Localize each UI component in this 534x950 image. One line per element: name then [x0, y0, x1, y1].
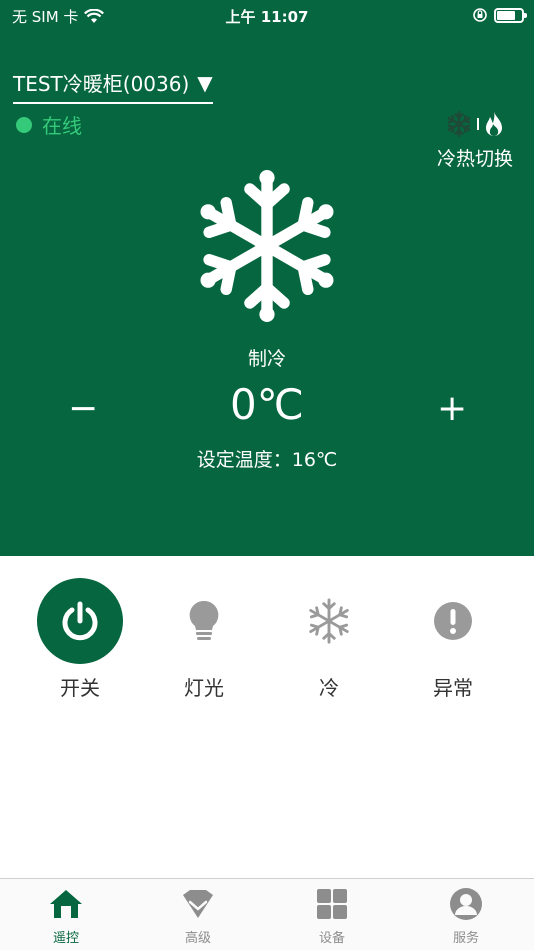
diamond-icon	[183, 890, 213, 918]
light-control[interactable]: 灯光	[149, 578, 259, 701]
device-name: TEST冷暖柜(0036)	[13, 72, 190, 96]
battery-icon	[494, 7, 527, 23]
home-icon	[50, 890, 82, 918]
tab-advanced[interactable]: 高级	[158, 887, 238, 946]
status-time: 上午 11:07	[225, 8, 309, 26]
switch-label: 冷热切换	[436, 148, 513, 170]
status-bar: 无 SIM 卡 上午 11:07	[0, 0, 534, 32]
status-right	[472, 7, 527, 23]
cold-label: 冷	[319, 676, 339, 700]
device-selector[interactable]: TEST冷暖柜(0036) ▼	[13, 68, 213, 104]
tab-service[interactable]: 服务	[426, 887, 506, 946]
tab-advanced-label: 高级	[184, 931, 211, 946]
power-control[interactable]: 开关	[25, 578, 135, 701]
set-temperature: 设定温度：16℃	[196, 449, 338, 471]
bulb-icon	[189, 600, 219, 640]
tab-remote-label: 遥控	[52, 931, 79, 946]
online-text: 在线	[42, 114, 82, 138]
flame-icon	[486, 111, 502, 137]
alert-label: 异常	[433, 676, 473, 700]
tab-devices-label: 设备	[318, 931, 345, 946]
light-label: 灯光	[184, 676, 224, 700]
light-button[interactable]	[161, 578, 247, 664]
online-dot-icon	[16, 116, 32, 133]
switch-icons	[430, 108, 520, 140]
grid-icon	[317, 889, 347, 919]
user-icon	[450, 888, 482, 920]
control-buttons: 开关 灯光 冷 异常	[0, 578, 534, 708]
cold-button[interactable]	[286, 578, 372, 664]
power-button[interactable]	[37, 578, 123, 664]
alert-button[interactable]	[410, 578, 496, 664]
dropdown-arrow-icon: ▼	[197, 70, 213, 95]
mode-label: 制冷	[247, 348, 286, 370]
tab-devices[interactable]: 设备	[292, 887, 372, 946]
tab-bar: 遥控 高级 设备 服务	[0, 878, 534, 950]
power-icon	[62, 601, 98, 641]
snowflake-small-icon	[447, 110, 471, 138]
online-status: 在线	[16, 110, 82, 139]
alert-control[interactable]: 异常	[398, 578, 508, 701]
tab-service-label: 服务	[452, 931, 479, 946]
cold-hot-switch[interactable]: 冷热切换	[430, 108, 520, 171]
divider-icon	[477, 118, 479, 130]
orientation-lock-icon	[473, 8, 487, 22]
snowflake-icon	[200, 170, 334, 322]
power-label: 开关	[60, 676, 100, 700]
control-panel: 无 SIM 卡 上午 11:07 TEST冷暖柜(0036) ▼ 在线 冷热切换…	[0, 0, 534, 556]
temp-increase-button[interactable]: +	[437, 388, 467, 429]
snowflake-icon	[309, 598, 349, 644]
tab-remote[interactable]: 遥控	[26, 887, 106, 946]
alert-icon	[434, 602, 472, 640]
cold-control[interactable]: 冷	[274, 578, 384, 701]
